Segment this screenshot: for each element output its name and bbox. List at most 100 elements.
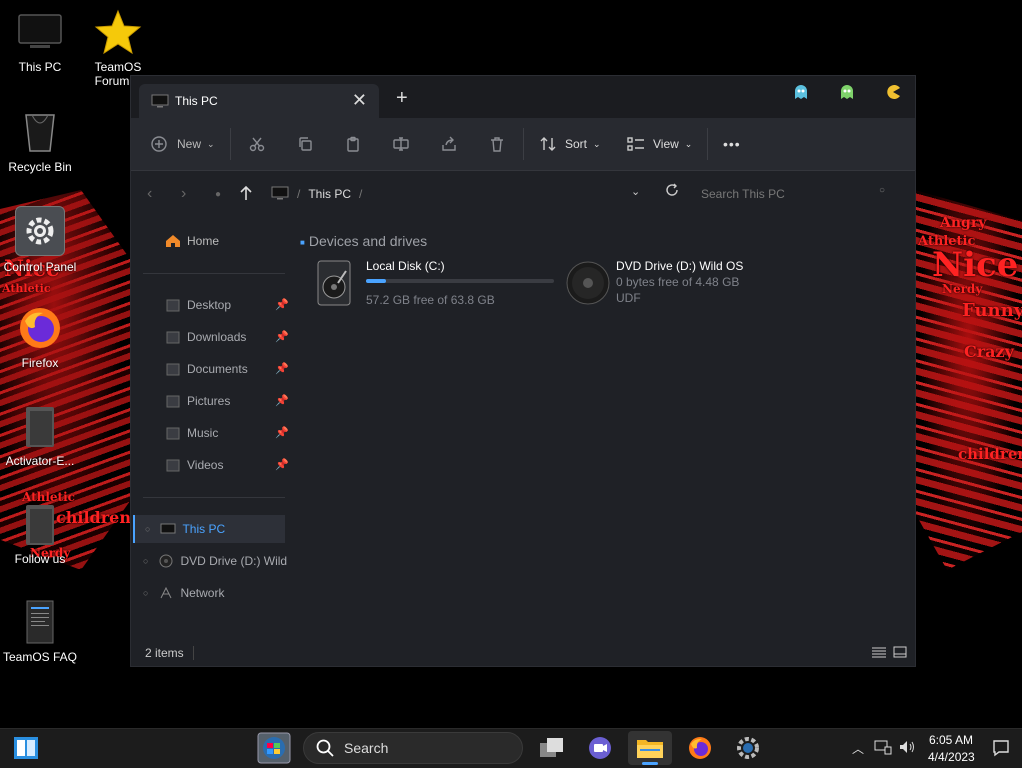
drive-free-space: 57.2 GB free of 63.8 GB [366, 293, 495, 307]
sidebar-item-downloads[interactable]: Downloads 📌 [165, 323, 291, 351]
monitor-icon [151, 94, 169, 113]
volume-icon[interactable] [899, 739, 917, 760]
address-bar[interactable]: / This PC / [271, 179, 671, 209]
details-view-icon[interactable] [871, 646, 887, 661]
taskbar: Search ︿ 6:05 AM 4/4/2023 [0, 728, 1022, 768]
tiles-view-icon[interactable] [893, 646, 907, 661]
pin-icon[interactable]: 📌 [275, 330, 289, 343]
drive-name: Local Disk (C:) [366, 259, 445, 273]
system-clock[interactable]: 6:05 AM 4/4/2023 [928, 732, 975, 766]
file-explorer-window: This PC ✕ + New ⌄ Sort ⌄ View ⌄ ••• ‹ › … [130, 75, 916, 667]
breadcrumb-separator: / [297, 187, 301, 201]
address-row: ‹ › ● / This PC / ⌄ Search This PC ○ [131, 171, 915, 219]
sidebar-item-music[interactable]: Music 📌 [165, 419, 291, 447]
chevron-up-icon[interactable]: ︿ [852, 740, 864, 757]
folder-icon [165, 425, 181, 441]
taskbar-app-file-explorer[interactable] [628, 731, 672, 765]
gear-icon [15, 206, 65, 256]
drive-usage-bar [366, 279, 554, 283]
collapse-icon: ■ [300, 237, 305, 247]
sidebar-item-label: Videos [187, 458, 224, 472]
desktop-icon-activator[interactable]: Activator-E... [0, 402, 80, 468]
video-chat-icon [589, 737, 611, 759]
sidebar-item-pictures[interactable]: Pictures 📌 [165, 387, 291, 415]
star-icon [94, 8, 142, 56]
new-tab-button[interactable]: + [396, 88, 408, 108]
sidebar-item-documents[interactable]: Documents 📌 [165, 355, 291, 383]
sidebar-item-desktop[interactable]: Desktop 📌 [165, 291, 291, 319]
divider [523, 128, 524, 160]
refresh-icon[interactable] [665, 183, 679, 202]
drive-item-c[interactable]: Local Disk (C:) 57.2 GB free of 63.8 GB [316, 259, 556, 319]
taskbar-search[interactable]: Search [303, 732, 523, 764]
desktop-icon-this-pc[interactable]: This PC [0, 8, 80, 74]
breadcrumb-this-pc[interactable]: This PC [308, 187, 351, 201]
hard-disk-icon [316, 259, 352, 312]
start-button[interactable] [6, 731, 46, 765]
paste-button[interactable] [345, 118, 361, 170]
desktop-icon-teamos-faq[interactable]: TeamOS FAQ [0, 598, 80, 664]
folder-icon [637, 740, 663, 758]
copy-button[interactable] [297, 118, 313, 170]
desktop-icon-recycle-bin[interactable]: Recycle Bin [0, 108, 80, 174]
notification-icon[interactable] [992, 739, 1010, 762]
folder-icon [165, 361, 181, 377]
forward-icon[interactable]: › [181, 185, 186, 203]
sidebar-item-videos[interactable]: Videos 📌 [165, 451, 291, 479]
wallpaper-word: Crazy [964, 342, 1014, 361]
close-tab-button[interactable]: ✕ [352, 90, 367, 110]
desktop-icon-follow-us[interactable]: Follow us [0, 500, 80, 566]
navigation-pane: Home Desktop 📌 Downloads 📌 Documents 📌 P… [131, 221, 291, 621]
sidebar-item-this-pc[interactable]: ○ This PC [133, 515, 285, 543]
pin-icon[interactable]: 📌 [275, 426, 289, 439]
taskbar-app-meet[interactable] [580, 731, 620, 765]
divider [230, 128, 231, 160]
taskbar-app-windows7-orb[interactable] [254, 731, 294, 765]
sidebar-item-dvd-drive[interactable]: ○ DVD Drive (D:) Wild [133, 547, 289, 575]
drive-item-d[interactable]: DVD Drive (D:) Wild OS 0 bytes free of 4… [566, 259, 806, 319]
cut-button[interactable] [249, 118, 265, 170]
view-button[interactable]: View ⌄ [627, 118, 692, 170]
pin-icon[interactable]: 📌 [275, 298, 289, 311]
search-input[interactable]: Search This PC [701, 179, 901, 209]
expand-icon[interactable]: ○ [143, 588, 148, 598]
sort-button[interactable]: Sort ⌄ [539, 118, 601, 170]
expand-icon[interactable]: ○ [145, 524, 150, 534]
pin-icon[interactable]: 📌 [275, 362, 289, 375]
back-icon[interactable]: ‹ [147, 185, 152, 203]
pin-icon[interactable]: 📌 [275, 458, 289, 471]
drive-usage-fill [366, 279, 386, 283]
taskbar-app-settings[interactable] [728, 731, 768, 765]
command-bar: New ⌄ Sort ⌄ View ⌄ ••• [131, 118, 915, 171]
drive-name: DVD Drive (D:) Wild OS [616, 259, 744, 273]
search-icon [316, 739, 334, 757]
wallpaper-word: children [958, 445, 1022, 463]
task-view-button[interactable] [532, 731, 572, 765]
title-bar[interactable]: This PC ✕ + [131, 76, 915, 118]
expand-icon[interactable]: ○ [143, 556, 148, 566]
share-button[interactable] [441, 118, 457, 170]
sidebar-item-label: Network [180, 586, 225, 600]
address-dropdown-icon[interactable]: ⌄ [631, 185, 640, 198]
up-arrow-icon[interactable] [239, 185, 253, 206]
network-icon[interactable] [874, 739, 892, 760]
clipboard-icon [347, 136, 359, 152]
start-icon [14, 737, 38, 759]
desktop-icon-label: Follow us [14, 552, 66, 566]
search-icon[interactable]: ○ [879, 185, 885, 196]
taskbar-app-firefox[interactable] [680, 731, 720, 765]
wallpaper-word: Nice [932, 245, 1019, 285]
desktop-icon-firefox[interactable]: Firefox [0, 304, 80, 370]
pin-icon[interactable]: 📌 [275, 394, 289, 407]
document-icon [16, 598, 64, 646]
sidebar-item-network[interactable]: ○ Network [133, 579, 285, 607]
desktop-icon-control-panel[interactable]: Control Panel [0, 206, 80, 274]
delete-button[interactable] [489, 118, 505, 170]
rename-button[interactable] [393, 118, 409, 170]
group-header-devices[interactable]: ■ Devices and drives [300, 233, 427, 249]
more-options-button[interactable]: ••• [723, 118, 741, 170]
new-button[interactable]: New ⌄ [151, 118, 215, 170]
tab-this-pc[interactable]: This PC ✕ [139, 84, 379, 118]
recent-dot-icon[interactable]: ● [215, 189, 221, 200]
sidebar-item-home[interactable]: Home [165, 227, 313, 255]
